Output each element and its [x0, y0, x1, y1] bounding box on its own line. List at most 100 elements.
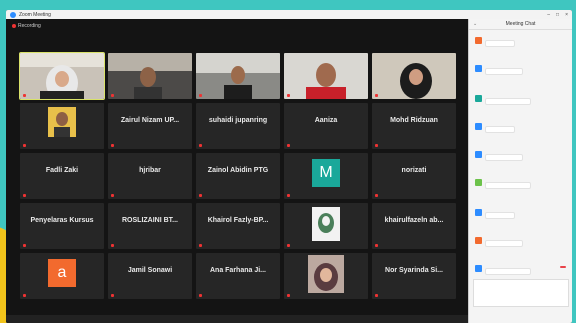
muted-mic-icon	[375, 294, 378, 297]
participant-tile[interactable]	[20, 103, 104, 149]
participant-label	[199, 144, 202, 147]
muted-mic-icon	[111, 94, 114, 97]
participant-tile[interactable]	[284, 53, 368, 99]
participant-tile[interactable]: hjribar	[108, 153, 192, 199]
close-icon[interactable]: ×	[565, 12, 568, 18]
participant-tile[interactable]: suhaidi jupanring	[196, 103, 280, 149]
chat-title: Meeting Chat	[505, 21, 536, 27]
participant-video	[372, 53, 456, 99]
participant-label	[111, 294, 114, 297]
avatar	[475, 151, 482, 158]
participant-label	[199, 94, 202, 97]
muted-mic-icon	[111, 244, 114, 247]
participant-tile[interactable]	[108, 53, 192, 99]
participant-tile[interactable]: norizati	[372, 153, 456, 199]
participant-name: suhaidi jupanring	[208, 117, 268, 124]
participant-tile[interactable]	[19, 52, 105, 100]
participant-name: Jamil Sonawi	[127, 267, 173, 274]
participant-label	[111, 144, 114, 147]
participant-name: Zainol Abidin PTG	[207, 167, 269, 174]
participant-name: Zairul Nizam UP...	[120, 117, 180, 124]
participant-tile[interactable]: Nor Syarinda Si...	[372, 253, 456, 299]
participant-tile[interactable]	[284, 253, 368, 299]
participant-tile[interactable]: Aaniza	[284, 103, 368, 149]
muted-mic-icon	[199, 94, 202, 97]
participant-tile[interactable]: Penyelaras Kursus	[20, 203, 104, 249]
record-icon	[12, 24, 16, 28]
participant-label	[199, 194, 202, 197]
title-bar: Zoom Meeting – □ ×	[6, 10, 572, 19]
chat-input[interactable]	[473, 279, 569, 307]
participant-video	[108, 53, 192, 99]
participant-label	[111, 244, 114, 247]
participant-tile[interactable]: Zairul Nizam UP...	[108, 103, 192, 149]
participant-label	[23, 194, 26, 197]
participant-label	[287, 144, 290, 147]
participant-tile[interactable]: Jamil Sonawi	[108, 253, 192, 299]
participant-tile[interactable]	[372, 53, 456, 99]
participant-label	[23, 294, 26, 297]
avatar	[475, 95, 482, 102]
chat-bubble	[485, 40, 515, 47]
participant-tile[interactable]: Fadli Zaki	[20, 153, 104, 199]
participant-label	[199, 294, 202, 297]
participant-name: norizati	[401, 167, 427, 174]
participant-tile[interactable]: Mohd Ridzuan	[372, 103, 456, 149]
participant-label	[23, 144, 26, 147]
participant-tile[interactable]: Khairol Fazly-BP...	[196, 203, 280, 249]
avatar: M	[312, 159, 340, 187]
chat-bubble	[485, 182, 531, 189]
participant-label	[287, 94, 290, 97]
muted-mic-icon	[199, 294, 202, 297]
participant-video	[284, 53, 368, 99]
recording-indicator: Recording	[12, 23, 41, 29]
muted-mic-icon	[287, 194, 290, 197]
avatar	[475, 179, 482, 186]
chat-bubble	[485, 212, 515, 219]
chat-bubble	[485, 268, 531, 275]
muted-mic-icon	[287, 94, 290, 97]
muted-mic-icon	[375, 144, 378, 147]
participant-name: Ana Farhana Ji...	[209, 267, 267, 274]
participant-label	[375, 144, 378, 147]
participant-tile[interactable]	[196, 53, 280, 99]
participant-name: Aaniza	[314, 117, 338, 124]
participant-video	[20, 103, 104, 149]
participant-label	[375, 94, 378, 97]
avatar	[475, 123, 482, 130]
participant-tile[interactable]: M	[284, 153, 368, 199]
new-messages-button[interactable]	[560, 266, 566, 268]
muted-mic-icon	[287, 294, 290, 297]
chat-bubble	[485, 98, 531, 105]
participant-label	[23, 244, 26, 247]
participant-tile[interactable]: khairulfazeln ab...	[372, 203, 456, 249]
participant-tile[interactable]: ROSLIZAINI BT...	[108, 203, 192, 249]
participant-tile[interactable]: Ana Farhana Ji...	[196, 253, 280, 299]
participant-name: Khairol Fazly-BP...	[207, 217, 269, 224]
participant-name: hjribar	[139, 167, 161, 174]
muted-mic-icon	[287, 144, 290, 147]
participant-label	[287, 244, 290, 247]
maximize-icon[interactable]: □	[556, 12, 559, 18]
muted-mic-icon	[287, 244, 290, 247]
minimize-icon[interactable]: –	[547, 12, 550, 18]
muted-mic-icon	[111, 294, 114, 297]
participant-tile[interactable]: Zainol Abidin PTG	[196, 153, 280, 199]
muted-mic-icon	[199, 244, 202, 247]
muted-mic-icon	[23, 94, 26, 97]
participant-name: Penyelaras Kursus	[30, 217, 94, 224]
muted-mic-icon	[375, 94, 378, 97]
meeting-controls-bar[interactable]	[6, 315, 468, 323]
participant-label	[111, 194, 114, 197]
avatar	[475, 265, 482, 272]
participant-tile[interactable]	[284, 203, 368, 249]
participant-video	[196, 53, 280, 99]
window-title: Zoom Meeting	[19, 11, 51, 18]
participant-name: Fadli Zaki	[45, 167, 79, 174]
participant-label	[199, 244, 202, 247]
participant-name: ROSLIZAINI BT...	[122, 217, 178, 224]
chevron-down-icon[interactable]: ⌄	[473, 19, 477, 30]
participant-tile[interactable]: a	[20, 253, 104, 299]
muted-mic-icon	[23, 244, 26, 247]
muted-mic-icon	[375, 194, 378, 197]
